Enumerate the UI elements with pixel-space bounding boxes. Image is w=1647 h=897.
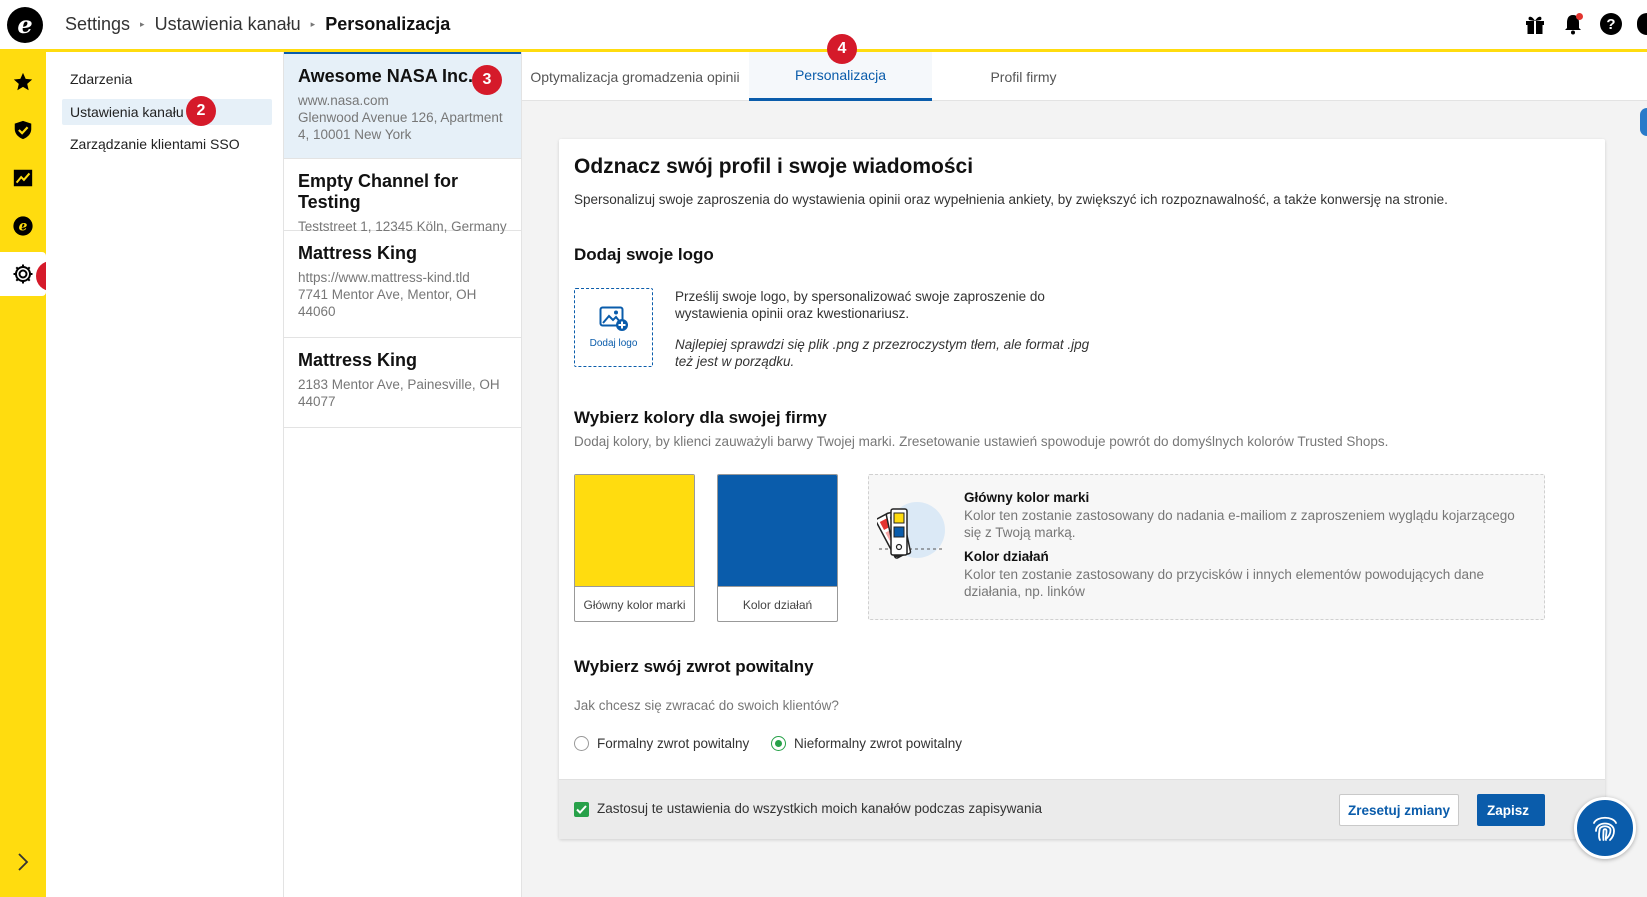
page-title: Odznacz swój profil i swoje wiadomości (574, 155, 974, 178)
radio-button[interactable] (574, 736, 589, 751)
save-button[interactable]: Zapisz (1477, 794, 1545, 826)
channel-address: Glenwood Avenue 126, Apartment (298, 110, 503, 125)
apply-all-checkbox[interactable] (574, 802, 589, 817)
notification-dot (1576, 13, 1583, 20)
channel-name: Empty Channel for Testing (298, 171, 459, 212)
brand-color-info-title: Główny kolor marki (964, 490, 1090, 505)
color-palette-icon (877, 502, 945, 559)
svg-text:e: e (19, 219, 28, 235)
brand-color-picker[interactable]: Główny kolor marki (574, 474, 695, 622)
step-badge-3: 3 (472, 65, 502, 95)
breadcrumb-separator-icon: ▸ (140, 19, 145, 29)
tab-company-profile[interactable]: Profil firmy (932, 52, 1115, 101)
action-color-info-title: Kolor działań (964, 549, 1049, 564)
submenu-item-sso[interactable]: Zarządzanie klientami SSO (62, 131, 272, 157)
breadcrumb-item-settings[interactable]: Settings (65, 14, 130, 35)
channel-item[interactable]: Empty Channel for Testing Teststreet 1, … (284, 159, 521, 234)
bell-icon[interactable] (1561, 12, 1585, 36)
radio-formal-greeting[interactable]: Formalny zwrot powitalny (574, 736, 749, 751)
action-color-picker[interactable]: Kolor działań (717, 474, 838, 622)
page-description: Spersonalizuj swoje zaproszenia do wysta… (574, 192, 1448, 207)
channel-item[interactable]: Mattress King 2183 Mentor Ave, Painesvil… (284, 338, 521, 428)
reset-button[interactable]: Zresetuj zmiany (1339, 794, 1459, 826)
personalization-card: Odznacz swój profil i swoje wiadomości S… (559, 139, 1605, 839)
action-color-label: Kolor działań (718, 586, 837, 621)
tab-bar: Optymalizacja gromadzenia opinii Persona… (522, 52, 1647, 101)
logo-upload-text: Prześlij swoje logo, by spersonalizować … (675, 289, 1045, 321)
action-color-info-desc: Kolor ten zostanie zastosowany do przyci… (964, 567, 1485, 599)
colors-section-subtitle: Dodaj kolory, by klienci zauważyli barwy… (574, 434, 1389, 449)
card-footer: Zastosuj te ustawienia do wszystkich moi… (559, 779, 1605, 839)
image-add-icon (599, 306, 628, 331)
action-color-swatch (718, 475, 837, 586)
gift-icon[interactable] (1523, 12, 1547, 36)
channel-address: 44060 (298, 304, 336, 319)
left-rail: e (0, 52, 46, 897)
channel-item[interactable]: Mattress King https://www.mattress-kind.… (284, 231, 521, 338)
step-badge-4: 4 (827, 34, 857, 64)
step-badge-2: 2 (186, 96, 216, 126)
radio-label: Formalny zwrot powitalny (597, 736, 750, 751)
breadcrumb-item-current: Personalizacja (325, 14, 451, 34)
logo-upload-button[interactable]: Dodaj logo (574, 288, 653, 367)
radio-button[interactable] (771, 736, 786, 751)
channel-url: https://www.mattress-kind.tld (298, 270, 470, 285)
channel-name: Mattress King (298, 243, 418, 263)
channel-list: Awesome NASA Inc. www.nasa.com Glenwood … (284, 52, 522, 897)
top-bar: e Settings ▸ Ustawienia kanału ▸ Persona… (0, 0, 1647, 52)
channel-url: www.nasa.com (298, 93, 389, 108)
star-icon[interactable] (0, 60, 46, 104)
channel-address: 2183 Mentor Ave, Painesville, OH (298, 377, 500, 392)
profile-avatar-icon[interactable] (1637, 13, 1647, 35)
radio-label: Nieformalny zwrot powitalny (794, 736, 963, 751)
brand-color-info-desc: Kolor ten zostanie zastosowany do nadani… (964, 508, 1515, 540)
tab-review-optimization[interactable]: Optymalizacja gromadzenia opinii (522, 52, 748, 101)
greeting-question: Jak chcesz się zwracać do swoich klientó… (574, 698, 839, 713)
logo-section-title: Dodaj swoje logo (574, 245, 714, 264)
channel-address: 7741 Mentor Ave, Mentor, OH (298, 287, 477, 302)
channel-name: Mattress King (298, 350, 418, 370)
breadcrumb-item-channel-settings[interactable]: Ustawienia kanału (155, 14, 301, 35)
shield-check-icon[interactable] (0, 108, 46, 152)
breadcrumb-separator-icon: ▸ (310, 19, 316, 29)
fingerprint-icon[interactable] (1574, 797, 1636, 859)
settings-submenu: Zdarzenia Ustawienia kanału Zarządzanie … (46, 52, 284, 897)
upload-label: Dodaj logo (589, 338, 638, 349)
top-icons: ? (1523, 0, 1647, 48)
submenu-item-channel-settings[interactable]: Ustawienia kanału (62, 99, 272, 125)
etrusted-logo[interactable]: e (7, 6, 43, 43)
breadcrumb: Settings ▸ Ustawienia kanału ▸ Personali… (65, 14, 450, 35)
etrusted-icon[interactable]: e (0, 204, 46, 248)
channel-address: 4, 10001 New York (298, 127, 412, 142)
logo-upload-hint: Najlepiej sprawdzi się plik .png z przez… (675, 337, 1090, 369)
channel-address: 44077 (298, 394, 336, 409)
brand-color-label: Główny kolor marki (575, 586, 694, 621)
scroll-top-icon[interactable] (1640, 108, 1647, 136)
submenu-item-events[interactable]: Zdarzenia (62, 66, 272, 92)
colors-info-box: Główny kolor marki Kolor ten zostanie za… (868, 474, 1545, 620)
main-content: Optymalizacja gromadzenia opinii Persona… (522, 52, 1647, 897)
chevron-right-icon[interactable] (0, 847, 46, 877)
help-icon[interactable]: ? (1599, 12, 1623, 36)
chart-icon[interactable] (0, 156, 46, 200)
brand-color-swatch (575, 475, 694, 586)
apply-all-label[interactable]: Zastosuj te ustawienia do wszystkich moi… (597, 801, 1042, 816)
greeting-section-title: Wybierz swój zwrot powitalny (574, 657, 814, 676)
colors-section-title: Wybierz kolory dla swojej firmy (574, 408, 827, 427)
radio-informal-greeting[interactable]: Nieformalny zwrot powitalny (771, 736, 962, 751)
